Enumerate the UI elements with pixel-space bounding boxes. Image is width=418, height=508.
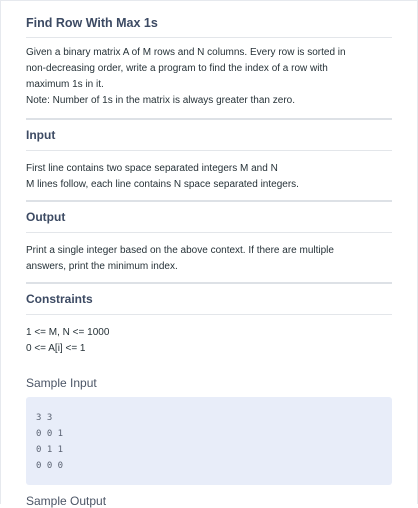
- constraints-list: 1 <= M, N <= 1000 0 <= A[i] <= 1: [26, 325, 392, 357]
- constraints-heading: Constraints: [26, 292, 93, 306]
- code-line: 0 0 0: [36, 461, 64, 471]
- problem-title: Find Row With Max 1s: [26, 16, 158, 30]
- code-line: 0 1 1: [36, 445, 64, 455]
- description-line: Given a binary matrix A of M rows and N …: [26, 47, 346, 58]
- description-divider: [26, 118, 392, 120]
- sample-input-code-block: 3 3 0 0 1 0 1 1 0 0 0: [26, 397, 392, 485]
- sample-input-heading: Sample Input: [26, 376, 97, 390]
- output-heading: Output: [26, 210, 66, 224]
- input-description: First line contains two space separated …: [26, 161, 392, 193]
- constraint-line: 0 <= A[i] <= 1: [26, 343, 86, 354]
- problem-description: Given a binary matrix A of M rows and N …: [26, 45, 392, 109]
- output-description: Print a single integer based on the abov…: [26, 243, 392, 275]
- output-heading-divider: [26, 232, 392, 233]
- output-divider: [26, 282, 392, 284]
- input-line: First line contains two space separated …: [26, 163, 278, 174]
- constraint-line: 1 <= M, N <= 1000: [26, 327, 110, 338]
- problem-page: Find Row With Max 1s Given a binary matr…: [0, 0, 418, 508]
- constraints-heading-divider: [26, 314, 392, 315]
- code-line: 3 3: [36, 413, 53, 423]
- code-line: 0 0 1: [36, 429, 64, 439]
- description-note: Note: Number of 1s in the matrix is alwa…: [26, 95, 296, 106]
- input-divider: [26, 200, 392, 202]
- input-line: M lines follow, each line contains N spa…: [26, 179, 299, 190]
- title-divider: [26, 37, 392, 38]
- sample-output-heading: Sample Output: [26, 494, 107, 508]
- output-line: answers, print the minimum index.: [26, 261, 178, 272]
- output-line: Print a single integer based on the abov…: [26, 245, 334, 256]
- input-heading: Input: [26, 128, 56, 142]
- input-heading-divider: [26, 150, 392, 151]
- description-line: maximum 1s in it.: [26, 79, 104, 90]
- description-line: non-decreasing order, write a program to…: [26, 63, 328, 74]
